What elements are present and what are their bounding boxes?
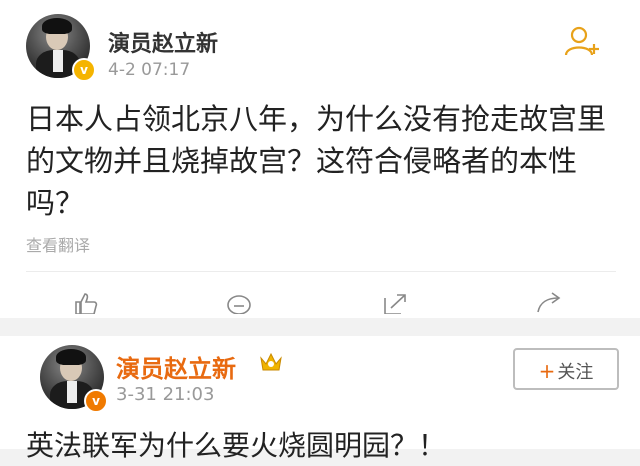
like-icon[interactable]	[72, 292, 98, 314]
post-text: 英法联军为什么要火烧圆明园？！	[26, 429, 447, 462]
post-text: 日本人占领北京八年，为什么没有抢走故宫里的文物并且烧掉故宫？这符合侵略者的本性吗…	[26, 102, 607, 220]
post-timestamp: 3-31 21:03	[116, 384, 215, 405]
vip-crown-icon	[260, 352, 282, 371]
plus-icon: +	[538, 359, 556, 383]
add-user-icon[interactable]	[564, 26, 602, 56]
post-timestamp: 4-2 07:17	[108, 60, 191, 80]
author-name[interactable]: 演员赵立新	[116, 349, 236, 384]
author-name[interactable]: 演员赵立新	[108, 26, 218, 58]
verified-badge-icon: v	[72, 58, 96, 82]
share-icon[interactable]	[536, 292, 562, 314]
divider	[26, 271, 616, 272]
post-card-1: v 演员赵立新 4-2 07:17 日本人占领北京八年，为什么没有抢走故宫里的文…	[0, 0, 640, 318]
verified-badge-icon: v	[84, 389, 108, 413]
follow-button[interactable]: + 关注	[513, 348, 619, 390]
repost-icon[interactable]	[382, 292, 408, 314]
follow-label: 关注	[557, 362, 594, 383]
comment-icon[interactable]	[226, 292, 252, 314]
translate-link[interactable]: 查看翻译	[26, 232, 90, 256]
